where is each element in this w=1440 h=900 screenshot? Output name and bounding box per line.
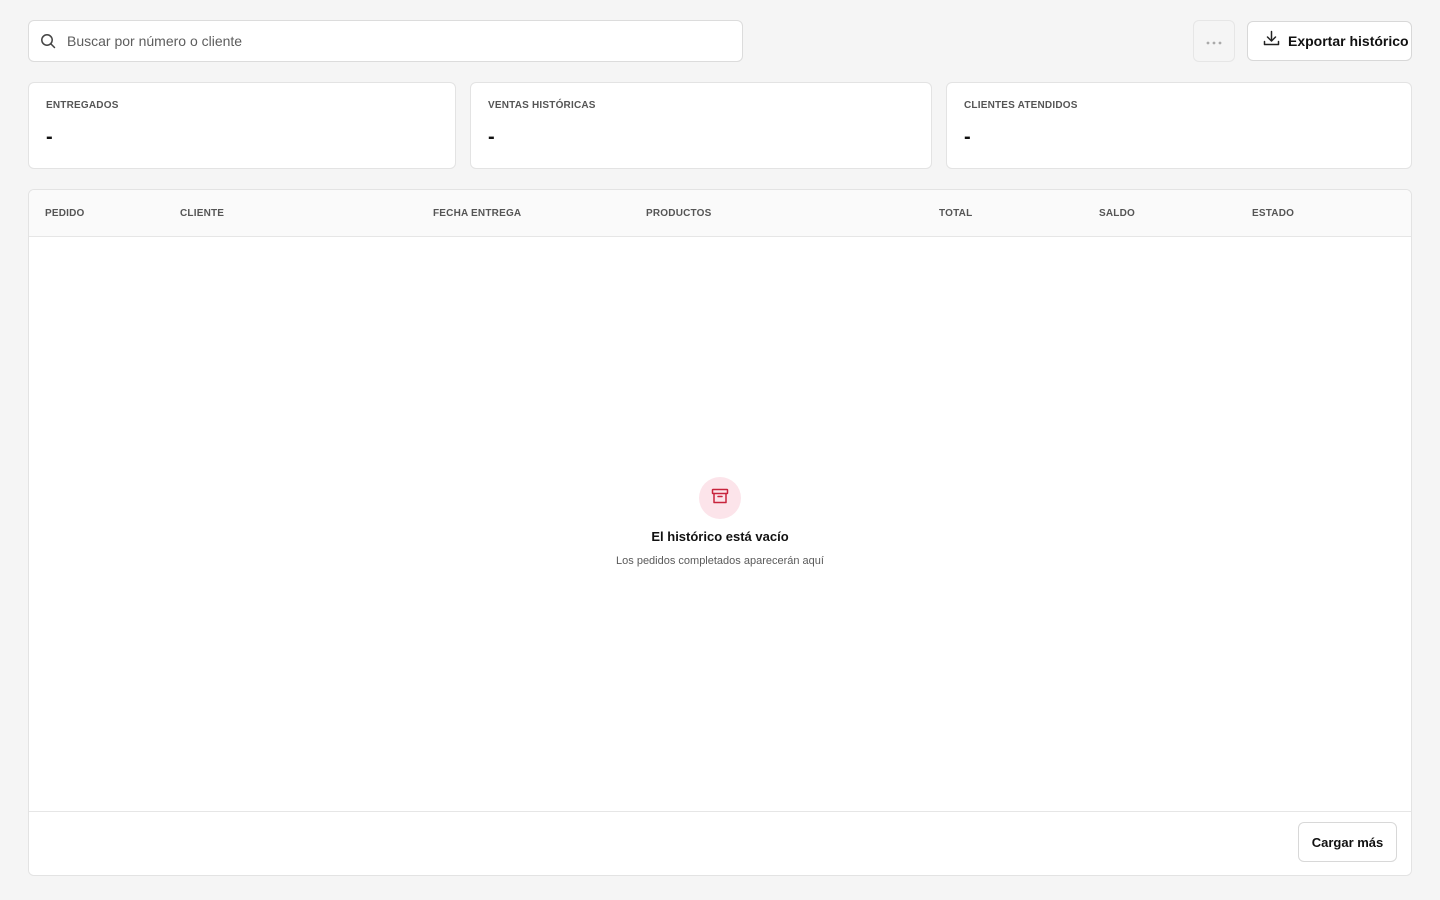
column-header-total[interactable]: TOTAL: [939, 208, 972, 219]
export-history-button[interactable]: Exportar histórico: [1247, 21, 1412, 61]
more-options-button[interactable]: [1193, 20, 1235, 62]
stat-label: ENTREGADOS: [46, 100, 119, 111]
stat-card-clients-served: CLIENTES ATENDIDOS -: [946, 82, 1412, 169]
column-header-client[interactable]: CLIENTE: [180, 208, 224, 219]
toolbar: Exportar histórico: [28, 20, 1412, 62]
column-header-order[interactable]: PEDIDO: [45, 208, 85, 219]
stat-value: -: [488, 126, 495, 148]
column-header-delivery-date[interactable]: FECHA ENTREGA: [433, 208, 521, 219]
stat-label: VENTAS HISTÓRICAS: [488, 100, 596, 111]
search-box[interactable]: [28, 20, 743, 62]
empty-state-title: El histórico está vacío: [651, 529, 789, 544]
search-icon: [29, 21, 67, 61]
stat-value: -: [964, 126, 971, 148]
empty-state-badge: [699, 477, 741, 519]
download-icon: [1263, 30, 1280, 52]
empty-state-subtitle: Los pedidos completados aparecerán aquí: [616, 555, 824, 567]
load-more-button[interactable]: Cargar más: [1298, 822, 1397, 862]
history-table: PEDIDO CLIENTE FECHA ENTREGA PRODUCTOS T…: [28, 189, 1412, 876]
table-header: PEDIDO CLIENTE FECHA ENTREGA PRODUCTOS T…: [29, 190, 1411, 237]
more-horizontal-icon: [1206, 32, 1222, 50]
archive-icon: [711, 487, 729, 510]
table-footer: Cargar más: [29, 811, 1411, 875]
column-header-status[interactable]: ESTADO: [1252, 208, 1294, 219]
stat-label: CLIENTES ATENDIDOS: [964, 100, 1078, 111]
stat-value: -: [46, 126, 53, 148]
empty-state: El histórico está vacío Los pedidos comp…: [29, 477, 1411, 567]
export-button-label: Exportar histórico: [1288, 33, 1409, 49]
stat-card-delivered: ENTREGADOS -: [28, 82, 456, 169]
column-header-products[interactable]: PRODUCTOS: [646, 208, 712, 219]
column-header-balance[interactable]: SALDO: [1099, 208, 1135, 219]
stat-card-historic-sales: VENTAS HISTÓRICAS -: [470, 82, 932, 169]
search-input[interactable]: [67, 22, 707, 60]
